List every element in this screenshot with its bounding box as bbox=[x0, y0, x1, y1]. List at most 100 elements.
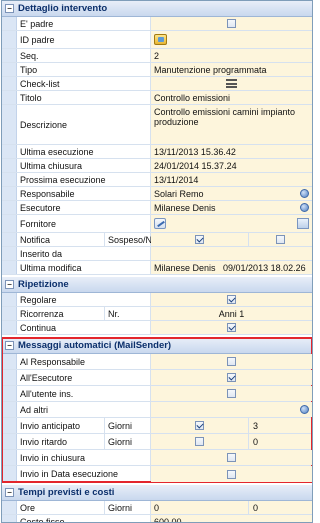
section-messaggi-automatici[interactable]: − Messaggi automatici (MailSender) bbox=[2, 338, 312, 354]
fornitore-field[interactable] bbox=[151, 215, 312, 232]
label: ID padre bbox=[17, 31, 151, 48]
invio-anticipato-checkbox[interactable] bbox=[195, 421, 204, 430]
row-ultima-chiusura: Ultima chiusura 24/01/2014 15.37.24 bbox=[2, 159, 312, 173]
row-titolo: Titolo Controllo emissioni bbox=[2, 91, 312, 105]
invio-ritardo-giorni[interactable]: 0 bbox=[249, 434, 312, 449]
row-continua: Continua bbox=[2, 321, 312, 335]
label: All'Esecutore bbox=[17, 370, 151, 385]
prossima-esecuzione-value: 13/11/2014 bbox=[151, 173, 312, 186]
inserito-da-value bbox=[151, 247, 312, 260]
label: Al Responsabile bbox=[17, 354, 151, 369]
section-dettaglio-intervento[interactable]: − Dettaglio intervento bbox=[2, 1, 312, 17]
value bbox=[151, 77, 312, 90]
collapse-icon[interactable]: − bbox=[5, 488, 14, 497]
section-title: Messaggi automatici (MailSender) bbox=[18, 340, 172, 351]
section-tempi-previsti[interactable]: − Tempi previsti e costi bbox=[2, 485, 312, 501]
label: Invio anticipato bbox=[17, 418, 105, 433]
value bbox=[151, 17, 312, 30]
row-invio-chiusura: Invio in chiusura bbox=[2, 450, 312, 466]
label: Invio ritardo bbox=[17, 434, 105, 449]
invio-data-checkbox[interactable] bbox=[227, 469, 236, 479]
all-utente-checkbox[interactable] bbox=[227, 389, 236, 398]
row-costo-fisso: Costo fisso 600,00 bbox=[2, 515, 312, 522]
label: E' padre bbox=[17, 17, 151, 30]
pencil-icon[interactable] bbox=[154, 218, 166, 229]
sospeso-checkbox[interactable] bbox=[276, 235, 285, 244]
notifica-checkbox[interactable] bbox=[195, 235, 204, 244]
giorni-field[interactable]: 0 bbox=[249, 501, 312, 514]
ultima-chiusura-value: 24/01/2014 15.37.24 bbox=[151, 159, 312, 172]
label: Ultima chiusura bbox=[17, 159, 151, 172]
row-tipo: Tipo Manutenzione programmata bbox=[2, 63, 312, 77]
esecutore-field[interactable]: Milanese Denis bbox=[151, 201, 312, 214]
responsabile-field[interactable]: Solari Remo bbox=[151, 187, 312, 200]
section-ripetizione[interactable]: − Ripetizione bbox=[2, 277, 312, 293]
folder-icon[interactable] bbox=[154, 34, 167, 45]
ellipsis-icon[interactable] bbox=[300, 203, 309, 212]
row-checklist: Check-list bbox=[2, 77, 312, 91]
label: Titolo bbox=[17, 91, 151, 104]
ellipsis-icon[interactable] bbox=[300, 189, 309, 198]
label: Seq. bbox=[17, 49, 151, 62]
row-al-responsabile: Al Responsabile bbox=[2, 354, 312, 370]
row-invio-anticipato: Invio anticipato Giorni 3 bbox=[2, 418, 312, 434]
label: All'utente ins. bbox=[17, 386, 151, 401]
label: Responsabile bbox=[17, 187, 151, 200]
esecutore-value: Milanese Denis bbox=[154, 202, 216, 213]
titolo-field[interactable]: Controllo emissioni bbox=[151, 91, 312, 104]
sub-label: Giorni bbox=[105, 501, 151, 514]
continua-checkbox[interactable] bbox=[227, 323, 236, 332]
row-prossima-esecuzione: Prossima esecuzione 13/11/2014 bbox=[2, 173, 312, 187]
list-icon[interactable] bbox=[226, 79, 237, 88]
descrizione-field[interactable]: Controllo emissioni camini impianto prod… bbox=[151, 105, 312, 144]
row-ore: Ore Giorni 0 0 bbox=[2, 501, 312, 515]
row-seq: Seq. 2 bbox=[2, 49, 312, 63]
label: Ore bbox=[17, 501, 105, 514]
section-title: Dettaglio intervento bbox=[18, 3, 108, 14]
row-invio-ritardo: Invio ritardo Giorni 0 bbox=[2, 434, 312, 450]
sub-label: Nr. bbox=[105, 307, 151, 320]
collapse-icon[interactable]: − bbox=[5, 341, 14, 350]
seq-field[interactable]: 2 bbox=[151, 49, 312, 62]
label: Esecutore bbox=[17, 201, 151, 214]
label: Ultima esecuzione bbox=[17, 145, 151, 158]
label: Tipo bbox=[17, 63, 151, 76]
collapse-icon[interactable]: − bbox=[5, 280, 14, 289]
ad-altri-field[interactable] bbox=[151, 402, 312, 417]
all-esecutore-checkbox[interactable] bbox=[227, 373, 236, 382]
sub-label: Giorni bbox=[105, 434, 151, 449]
row-fornitore: Fornitore bbox=[2, 215, 312, 233]
e-padre-checkbox[interactable] bbox=[227, 19, 236, 28]
row-descrizione: Descrizione Controllo emissioni camini i… bbox=[2, 105, 312, 145]
row-ultima-esecuzione: Ultima esecuzione 13/11/2013 15.36.42 bbox=[2, 145, 312, 159]
row-all-utente: All'utente ins. bbox=[2, 386, 312, 402]
label: Descrizione bbox=[17, 105, 151, 144]
responsabile-value: Solari Remo bbox=[154, 188, 204, 199]
collapse-icon[interactable]: − bbox=[5, 4, 14, 13]
invio-chiusura-checkbox[interactable] bbox=[227, 453, 236, 462]
invio-ritardo-checkbox[interactable] bbox=[195, 437, 204, 446]
ore-field[interactable]: 0 bbox=[151, 501, 249, 514]
label: Ultima modifica bbox=[17, 261, 151, 274]
regolare-checkbox[interactable] bbox=[227, 295, 236, 304]
label: Inserito da bbox=[17, 247, 151, 260]
ultima-esecuzione-value: 13/11/2013 15.36.42 bbox=[151, 145, 312, 158]
row-ultima-modifica: Ultima modifica Milanese Denis 09/01/201… bbox=[2, 261, 312, 275]
label: Invio in Data esecuzione bbox=[17, 466, 151, 482]
row-responsabile: Responsabile Solari Remo bbox=[2, 187, 312, 201]
costo-fisso-field[interactable]: 600,00 bbox=[151, 515, 312, 522]
label: Prossima esecuzione bbox=[17, 173, 151, 186]
messaggi-highlight-frame: − Messaggi automatici (MailSender) Al Re… bbox=[2, 337, 312, 483]
al-responsabile-checkbox[interactable] bbox=[227, 357, 236, 366]
row-ricorrenza: Ricorrenza Nr. Anni 1 bbox=[2, 307, 312, 321]
sub-label: Sospeso/NA bbox=[105, 233, 158, 246]
row-inserito-da: Inserito da bbox=[2, 247, 312, 261]
label: Check-list bbox=[17, 77, 151, 90]
label: Continua bbox=[17, 321, 151, 334]
invio-anticipato-giorni[interactable]: 3 bbox=[249, 418, 312, 433]
ellipsis-icon[interactable] bbox=[300, 405, 309, 414]
tipo-field[interactable]: Manutenzione programmata bbox=[151, 63, 312, 76]
value bbox=[151, 31, 312, 48]
window-icon[interactable] bbox=[297, 218, 309, 229]
ricorrenza-field[interactable]: Anni 1 bbox=[151, 307, 312, 320]
